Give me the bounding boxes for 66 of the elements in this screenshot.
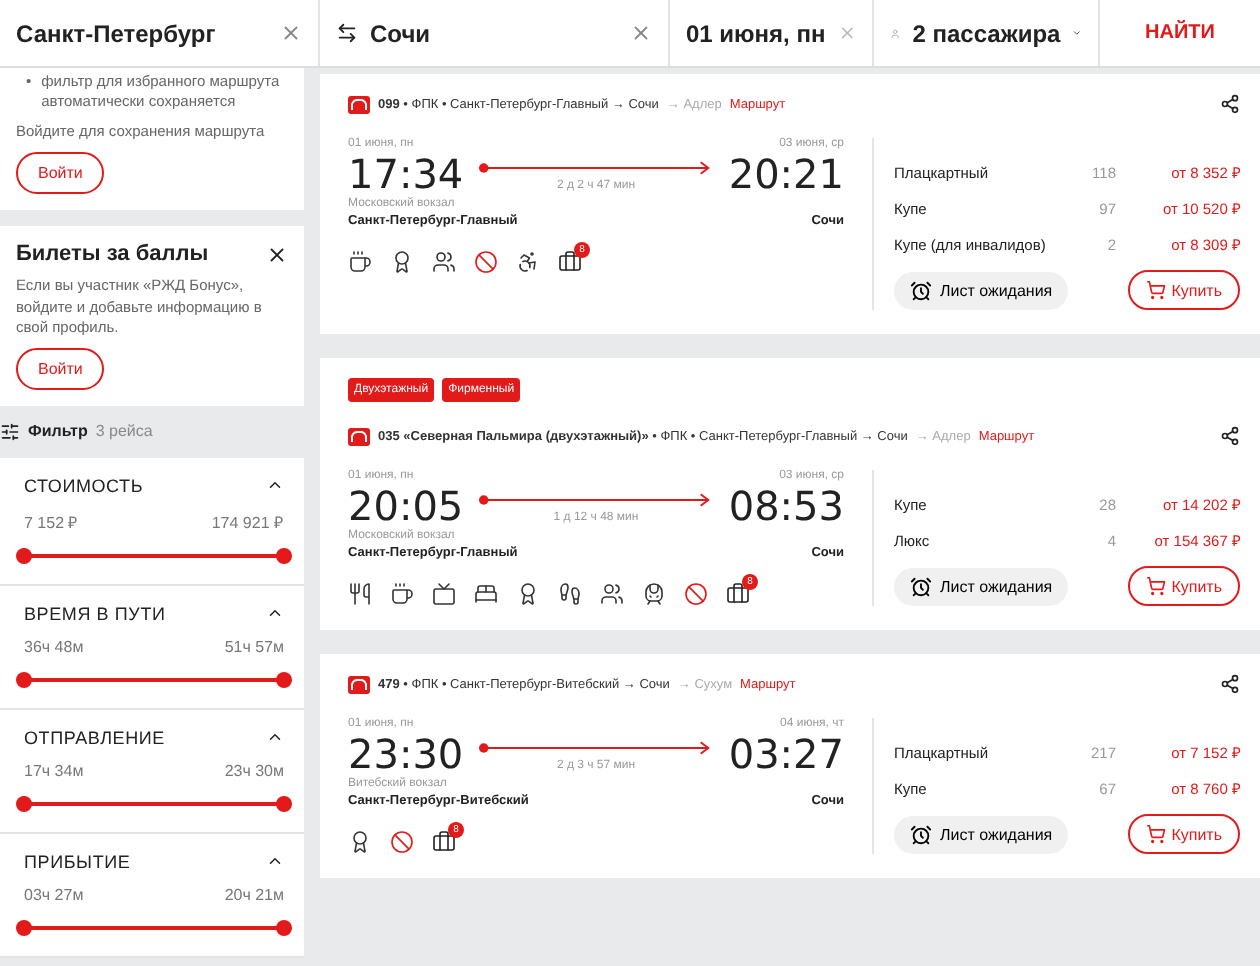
range-max: 23ч 30м (224, 761, 284, 780)
people-icon (600, 582, 624, 606)
award-icon (516, 582, 540, 606)
filter-title[interactable]: ПРИБЫТИЕ (24, 851, 131, 872)
waitlist-button[interactable]: Лист ожидания (894, 271, 1069, 309)
clear-icon[interactable] (280, 22, 302, 44)
alarm-clock-icon (910, 279, 932, 301)
date-field[interactable]: 01 июня, пн (686, 19, 826, 47)
card-title: Билеты за баллы (16, 242, 209, 267)
alarm-clock-icon (910, 823, 932, 845)
clear-icon[interactable] (630, 22, 652, 44)
departure-time: 23:30 (348, 734, 464, 774)
departure-time: 20:05 (348, 486, 464, 526)
people-icon (432, 250, 456, 274)
arrival-time: 20:21 (728, 154, 844, 194)
filter-title[interactable]: СТОИМОСТЬ (24, 475, 144, 496)
train-logo-icon (348, 427, 370, 445)
close-icon[interactable] (266, 243, 288, 266)
bed-icon (474, 582, 498, 606)
share-icon[interactable] (1220, 426, 1240, 446)
login-button[interactable]: Войти (16, 347, 105, 390)
prohibited-icon (684, 582, 708, 606)
range-min: 36ч 48м (24, 637, 84, 656)
waitlist-button[interactable]: Лист ожидания (894, 567, 1069, 605)
arrival-time: 08:53 (728, 486, 844, 526)
share-icon[interactable] (1220, 94, 1240, 114)
filter-title[interactable]: ВРЕМЯ В ПУТИ (24, 603, 166, 624)
train-logo-icon (348, 675, 370, 693)
departure-time: 17:34 (348, 154, 464, 194)
arrival-time: 03:27 (728, 734, 844, 774)
range-min: 03ч 27м (24, 885, 84, 904)
range-max: 51ч 57м (224, 637, 284, 656)
buy-button[interactable]: Купить (1127, 814, 1240, 854)
swap-icon[interactable] (336, 22, 358, 44)
buy-button[interactable]: Купить (1127, 270, 1240, 310)
range-max: 174 921 ₽ (211, 511, 284, 532)
buy-button[interactable]: Купить (1127, 566, 1240, 606)
range-min: 17ч 34м (24, 761, 84, 780)
range-max: 20ч 21м (224, 885, 284, 904)
cup-icon (348, 250, 372, 274)
award-icon (390, 250, 414, 274)
wheelchair-icon (516, 250, 540, 274)
filter-icon (0, 421, 20, 442)
login-button[interactable]: Войти (16, 152, 105, 195)
cutlery-icon (348, 582, 372, 606)
filter-title[interactable]: ОТПРАВЛЕНИЕ (24, 727, 165, 748)
range-min: 7 152 ₽ (24, 511, 79, 532)
alarm-clock-icon (910, 575, 932, 597)
footprints-icon (558, 582, 582, 606)
cup-icon (390, 582, 414, 606)
train-logo-icon (348, 95, 370, 113)
cart-icon (1145, 280, 1166, 300)
from-field[interactable]: Санкт-Петербург (16, 19, 268, 47)
share-icon[interactable] (1220, 674, 1240, 694)
prohibited-icon (474, 250, 498, 274)
cart-icon (1145, 824, 1166, 844)
tv-icon (432, 582, 456, 606)
passengers-field[interactable]: 2 пассажира (912, 19, 1061, 47)
to-field[interactable]: Сочи (370, 19, 618, 47)
waitlist-button[interactable]: Лист ожидания (894, 815, 1069, 853)
cart-icon (1145, 576, 1166, 596)
prohibited-icon (390, 830, 414, 854)
award-icon (348, 830, 372, 854)
filter-label[interactable]: Фильтр (28, 422, 88, 441)
train-icon (642, 582, 666, 606)
result-count: 3 рейса (95, 422, 153, 441)
